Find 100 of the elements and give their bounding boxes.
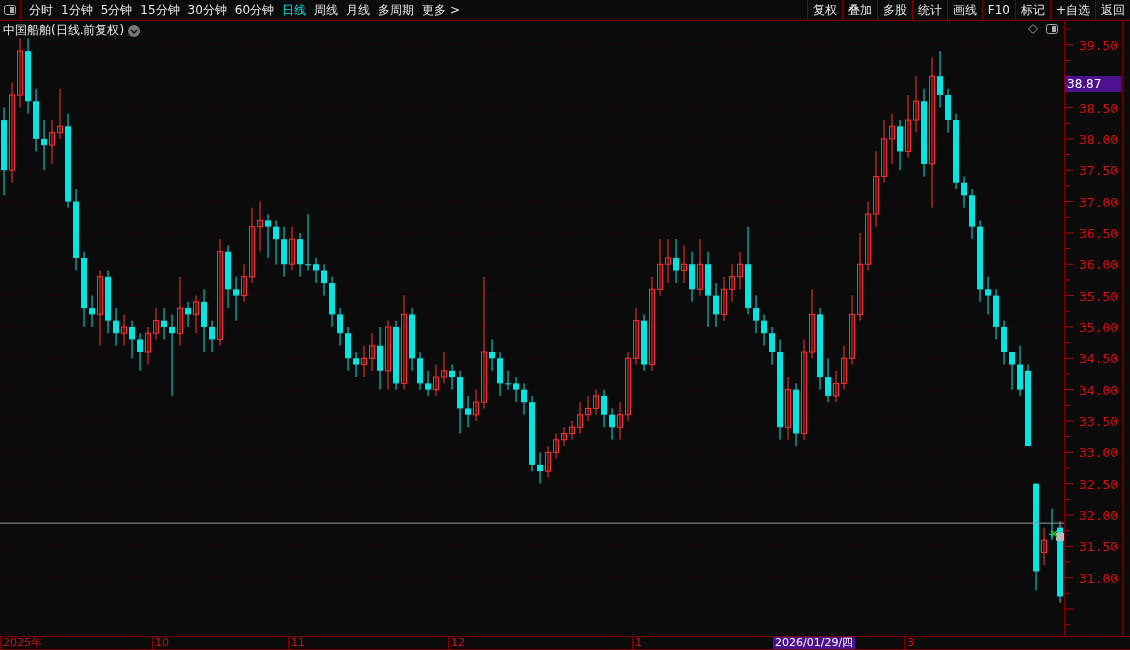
period-tab[interactable]: 更多 > xyxy=(418,1,464,19)
diamond-icon[interactable] xyxy=(1028,24,1038,34)
candle xyxy=(345,326,351,372)
candle xyxy=(617,401,623,441)
candle xyxy=(609,407,615,441)
candle xyxy=(369,332,375,372)
axis-label: 38.00 xyxy=(1079,131,1119,147)
candle xyxy=(385,320,391,391)
candle xyxy=(561,426,567,447)
candle xyxy=(209,320,215,353)
axis-label: 33.50 xyxy=(1079,413,1119,429)
candle xyxy=(321,263,327,297)
candle xyxy=(257,201,263,253)
candle xyxy=(521,382,527,416)
candle xyxy=(361,345,367,378)
candle xyxy=(889,113,895,165)
candle xyxy=(633,307,639,366)
candle xyxy=(945,88,951,134)
toolbar-button[interactable]: 画线 xyxy=(946,0,982,20)
period-tab[interactable]: 日线 xyxy=(278,1,311,19)
candle xyxy=(681,244,687,284)
candle xyxy=(905,94,911,159)
axis-label: 36.00 xyxy=(1079,257,1119,273)
candle xyxy=(305,213,311,271)
candle xyxy=(497,351,503,397)
axis-label: 1 xyxy=(632,637,642,649)
axis-label: 38.50 xyxy=(1079,100,1119,116)
candle xyxy=(825,357,831,403)
candle xyxy=(937,50,943,108)
candle xyxy=(417,351,423,391)
candle xyxy=(289,226,295,271)
period-tab[interactable]: 30分钟 xyxy=(183,1,231,19)
candle xyxy=(793,382,799,447)
toolbar-button[interactable]: 统计 xyxy=(911,0,947,20)
axis-label: 35.00 xyxy=(1079,319,1119,335)
panel-toggle-icon[interactable] xyxy=(4,5,16,15)
candle xyxy=(433,364,439,397)
period-tab[interactable]: 1分钟 xyxy=(57,1,97,19)
candle xyxy=(785,376,791,441)
candle xyxy=(641,313,647,372)
toolbar-button[interactable]: 多股 xyxy=(876,0,912,20)
candle xyxy=(1049,508,1055,541)
candle xyxy=(961,175,967,209)
candle xyxy=(105,270,111,334)
candle xyxy=(233,276,239,322)
candle xyxy=(265,213,271,259)
period-tab[interactable]: 15分钟 xyxy=(136,1,184,19)
candle xyxy=(537,451,543,485)
candle xyxy=(1009,351,1015,391)
candle xyxy=(441,351,447,384)
candle xyxy=(1017,345,1023,397)
period-tab[interactable]: 5分钟 xyxy=(96,1,137,19)
candle xyxy=(553,433,559,460)
toolbar-button[interactable]: F10 xyxy=(981,0,1015,20)
candle xyxy=(985,276,991,315)
period-tab[interactable]: 多周期 xyxy=(374,1,419,19)
candle xyxy=(41,119,47,171)
axis-label: 36.50 xyxy=(1079,225,1119,241)
period-tab[interactable]: 分时 xyxy=(25,1,57,19)
candle xyxy=(729,263,735,303)
toolbar-button[interactable]: 标记 xyxy=(1014,0,1050,20)
candle xyxy=(753,295,759,334)
period-tab[interactable]: 60分钟 xyxy=(230,1,279,19)
candle xyxy=(833,370,839,403)
panel-toggle-icon[interactable] xyxy=(1046,24,1058,34)
toolbar-button[interactable]: 叠加 xyxy=(841,0,877,20)
candle xyxy=(33,88,39,152)
axis-label: 34.00 xyxy=(1079,382,1119,398)
candle xyxy=(601,389,607,428)
axis-label: 32.50 xyxy=(1079,476,1119,492)
candle xyxy=(713,282,719,328)
axis-label: 31.50 xyxy=(1079,539,1119,555)
dropdown-icon[interactable] xyxy=(128,24,141,37)
candle xyxy=(449,364,455,391)
axis-label: 3 xyxy=(904,637,914,649)
candle xyxy=(129,320,135,359)
candle xyxy=(153,307,159,340)
candle xyxy=(241,263,247,303)
axis-label: 37.50 xyxy=(1079,163,1119,179)
axis-label: 32.00 xyxy=(1079,508,1119,523)
candle xyxy=(465,395,471,428)
candle xyxy=(585,395,591,422)
period-tab[interactable]: 月线 xyxy=(342,1,375,19)
candle xyxy=(113,307,119,347)
candle xyxy=(625,351,631,422)
candle xyxy=(353,351,359,378)
candle xyxy=(849,295,855,366)
toolbar-button[interactable]: 复权 xyxy=(806,0,842,20)
axis-label: 34.50 xyxy=(1079,351,1119,367)
period-tab[interactable]: 周线 xyxy=(310,1,343,19)
candle xyxy=(409,307,415,372)
toolbar-button[interactable]: +自选 xyxy=(1049,0,1095,20)
candle xyxy=(377,326,383,391)
candle xyxy=(673,238,679,284)
toolbar-button[interactable]: 返回 xyxy=(1095,0,1130,20)
candle xyxy=(393,320,399,391)
cursor-price-label: 38.87 xyxy=(1065,76,1121,93)
candle xyxy=(769,326,775,366)
candle xyxy=(1041,527,1047,566)
candle xyxy=(697,238,703,297)
